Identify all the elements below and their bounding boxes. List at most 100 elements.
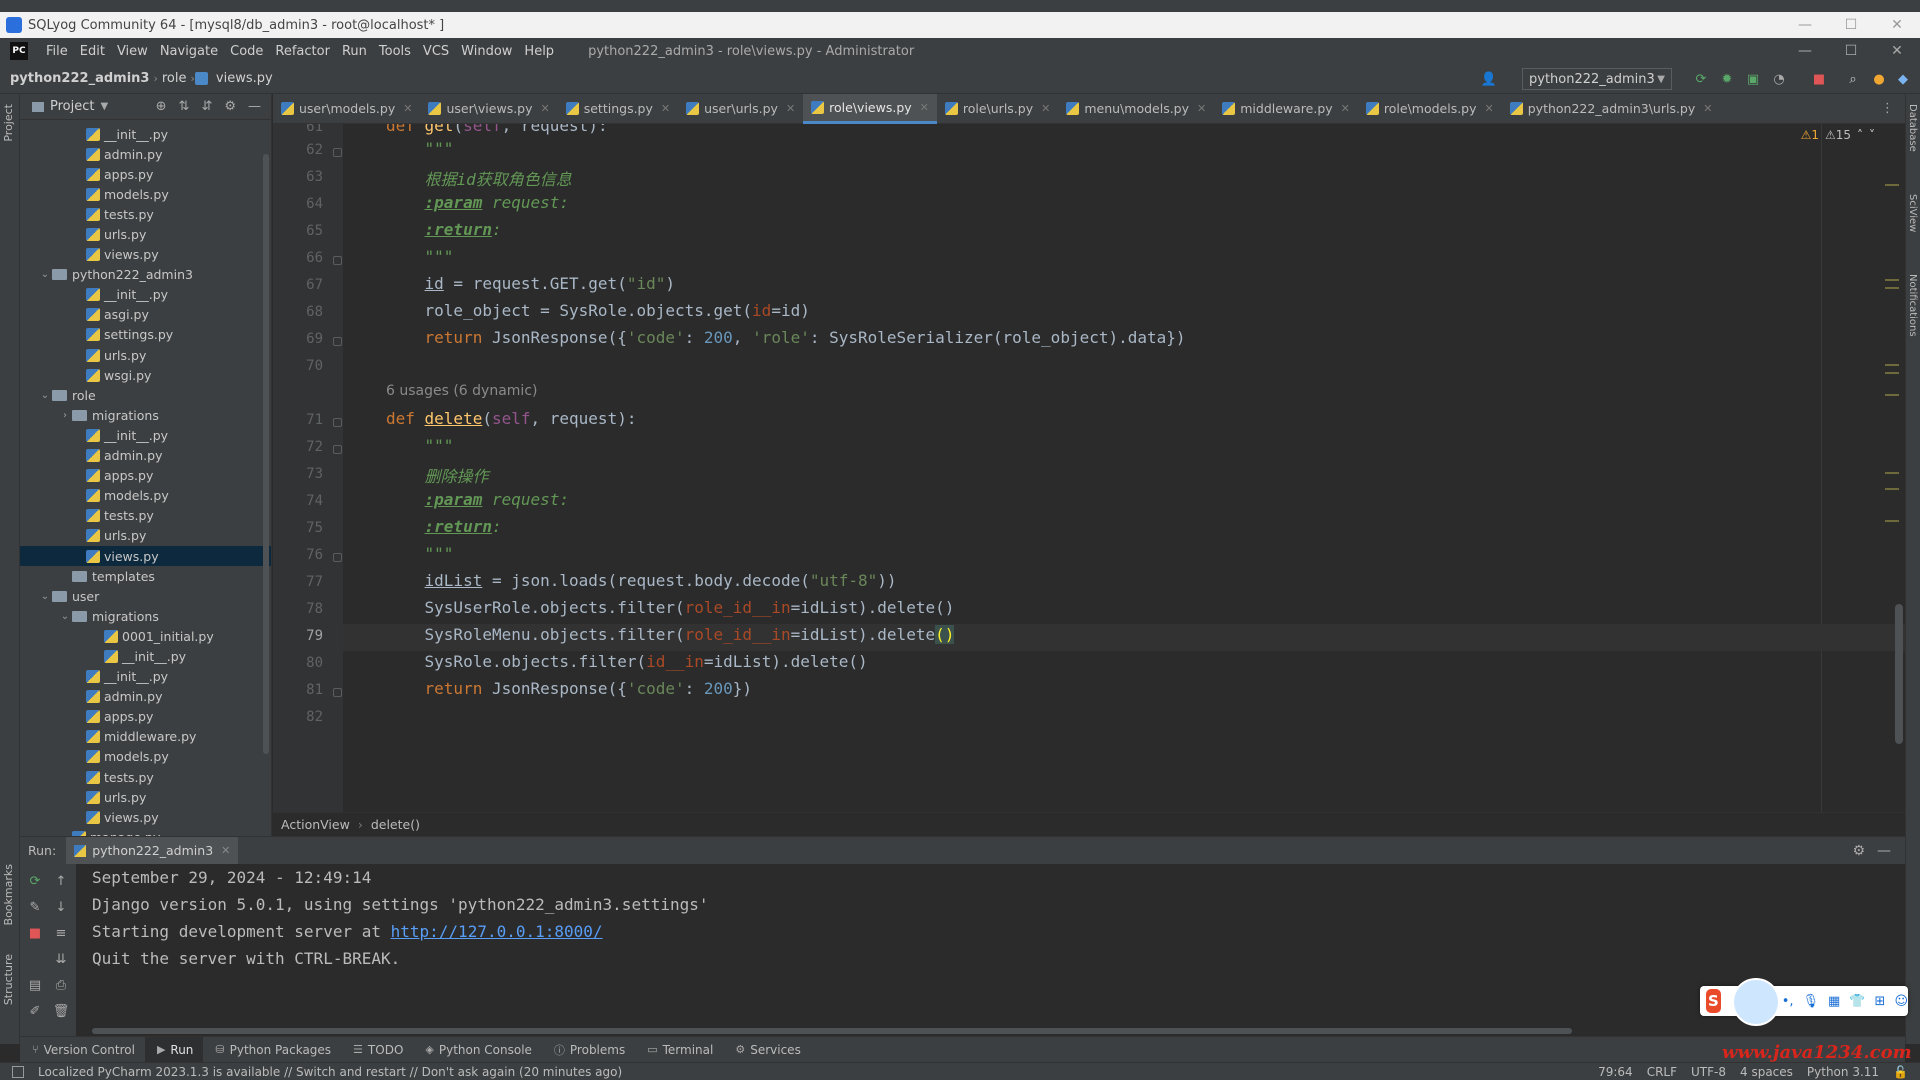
editor-tab[interactable]: settings.py ✕: [558, 94, 678, 124]
tree-item[interactable]: urls.py: [20, 224, 271, 244]
chevron-down-icon[interactable]: ˅: [1869, 128, 1875, 142]
tree-item[interactable]: apps.py: [20, 466, 271, 486]
gear-icon[interactable]: ⚙: [1852, 843, 1865, 859]
rerun-icon[interactable]: ⟳: [1692, 70, 1710, 88]
fold-marker-icon[interactable]: [333, 337, 342, 346]
project-tool-label[interactable]: Project: [2, 104, 15, 142]
keyboard-icon[interactable]: ▦: [1828, 994, 1840, 1009]
close-icon[interactable]: ✕: [541, 102, 550, 115]
tree-item[interactable]: settings.py: [20, 325, 271, 345]
breadcrumb-method[interactable]: delete(): [371, 817, 420, 832]
file-encoding[interactable]: UTF-8: [1691, 1065, 1726, 1079]
print-icon[interactable]: ⎙: [52, 976, 70, 994]
close-icon[interactable]: ✕: [1041, 102, 1050, 115]
tree-item[interactable]: __init__.py: [20, 667, 271, 687]
tree-item[interactable]: models.py: [20, 184, 271, 204]
editor-tab[interactable]: user\views.py ✕: [420, 94, 557, 124]
minimize-button[interactable]: —: [1782, 12, 1828, 38]
tree-item[interactable]: views.py: [20, 245, 271, 265]
console-scrollbar[interactable]: [92, 1028, 1572, 1034]
hide-icon[interactable]: —: [248, 99, 261, 114]
tool-window-button[interactable]: ▭ Terminal: [635, 1037, 723, 1063]
structure-tool-label[interactable]: Structure: [2, 954, 15, 1005]
tool-window-button[interactable]: ⚙ Services: [723, 1037, 810, 1063]
trash-icon[interactable]: 🗑: [52, 1002, 70, 1020]
menu-window[interactable]: Window: [455, 44, 518, 59]
menu-vcs[interactable]: VCS: [417, 44, 455, 59]
rerun-icon[interactable]: ⟳: [26, 872, 44, 890]
chevron-down-icon[interactable]: ⌄: [38, 390, 52, 401]
collapse-all-icon[interactable]: ⇵: [201, 99, 212, 114]
code-editor[interactable]: 61 62 63 64 65 66 67 68 69 70 71 72 73 74 75 76 77 78 79 80…: [273, 124, 1905, 812]
line-number[interactable]: 80: [273, 655, 323, 671]
tool-window-button[interactable]: ◈ Python Console: [413, 1037, 542, 1063]
usages-hint[interactable]: 6 usages (6 dynamic): [386, 383, 537, 399]
line-number[interactable]: 63: [273, 169, 323, 185]
close-icon[interactable]: ✕: [1485, 102, 1494, 115]
soft-wrap-icon[interactable]: ≡: [52, 924, 70, 942]
editor-tab[interactable]: user\urls.py ✕: [678, 94, 803, 124]
line-number[interactable]: 61: [273, 124, 323, 135]
menu-edit[interactable]: Edit: [74, 44, 111, 59]
user-icon[interactable]: 👤: [1480, 70, 1498, 88]
line-number[interactable]: 70: [273, 358, 323, 374]
fold-marker-icon[interactable]: [333, 148, 342, 157]
gear-icon[interactable]: ⚙: [224, 99, 236, 114]
chevron-right-icon[interactable]: ›: [58, 410, 72, 421]
tree-item[interactable]: __init__.py: [20, 124, 271, 144]
tool-window-button[interactable]: ⓘ Problems: [542, 1037, 635, 1063]
tree-item[interactable]: models.py: [20, 747, 271, 767]
run-console[interactable]: September 29, 2024 - 12:49:14 Django ver…: [76, 864, 1905, 1036]
editor-tab[interactable]: menu\models.py ✕: [1058, 94, 1214, 124]
server-url-link[interactable]: http://127.0.0.1:8000/: [391, 922, 603, 941]
fold-marker-icon[interactable]: [333, 418, 342, 427]
wrench-icon[interactable]: ✎: [26, 898, 44, 916]
tree-item[interactable]: urls.py: [20, 345, 271, 365]
chevron-down-icon[interactable]: ⌄: [38, 269, 52, 280]
line-number[interactable]: 64: [273, 196, 323, 212]
tree-item[interactable]: ⌄ user: [20, 586, 271, 606]
notifications-tool-label[interactable]: Notifications: [1907, 274, 1918, 337]
menu-navigate[interactable]: Navigate: [154, 44, 224, 59]
tree-item[interactable]: ⌄ migrations: [20, 606, 271, 626]
close-icon[interactable]: ✕: [920, 101, 929, 114]
stop-icon[interactable]: ■: [26, 924, 44, 942]
tree-item[interactable]: admin.py: [20, 687, 271, 707]
line-number[interactable]: 67: [273, 277, 323, 293]
jetbrains-icon[interactable]: ◆: [1894, 70, 1912, 88]
close-icon[interactable]: ✕: [1197, 102, 1206, 115]
maximize-button[interactable]: ☐: [1828, 12, 1874, 38]
tree-item[interactable]: apps.py: [20, 707, 271, 727]
line-number[interactable]: 66: [273, 250, 323, 266]
tree-item[interactable]: urls.py: [20, 787, 271, 807]
menu-code[interactable]: Code: [224, 44, 269, 59]
breadcrumb-file[interactable]: views.py: [212, 71, 277, 86]
expand-all-icon[interactable]: ⇅: [179, 99, 190, 114]
indent-setting[interactable]: 4 spaces: [1740, 1065, 1793, 1079]
line-number[interactable]: 71: [273, 412, 323, 428]
tree-item[interactable]: › migrations: [20, 405, 271, 425]
fold-marker-icon[interactable]: [333, 688, 342, 697]
profile-icon[interactable]: ◔: [1770, 70, 1788, 88]
close-icon[interactable]: ✕: [786, 102, 795, 115]
search-icon[interactable]: ⌕: [1844, 70, 1862, 88]
line-number[interactable]: 68: [273, 304, 323, 320]
line-number[interactable]: 78: [273, 601, 323, 617]
tree-item[interactable]: admin.py: [20, 446, 271, 466]
line-number[interactable]: 75: [273, 520, 323, 536]
line-number[interactable]: 62: [273, 142, 323, 158]
tree-item[interactable]: middleware.py: [20, 727, 271, 747]
pin-icon[interactable]: ✐: [26, 1002, 44, 1020]
tree-item[interactable]: wsgi.py: [20, 365, 271, 385]
line-number[interactable]: 74: [273, 493, 323, 509]
menu-run[interactable]: Run: [336, 44, 373, 59]
menu-tools[interactable]: Tools: [373, 44, 417, 59]
caret-position[interactable]: 79:64: [1598, 1065, 1633, 1079]
tree-item[interactable]: __init__.py: [20, 425, 271, 445]
line-number[interactable]: 73: [273, 466, 323, 482]
tree-item[interactable]: __init__.py: [20, 646, 271, 666]
run-tab[interactable]: python222_admin3 ✕: [66, 836, 239, 865]
tree-item[interactable]: views.py: [20, 807, 271, 827]
tool-window-button[interactable]: ⛁ Python Packages: [203, 1037, 341, 1063]
scroll-to-end-icon[interactable]: ⇊: [52, 950, 70, 968]
